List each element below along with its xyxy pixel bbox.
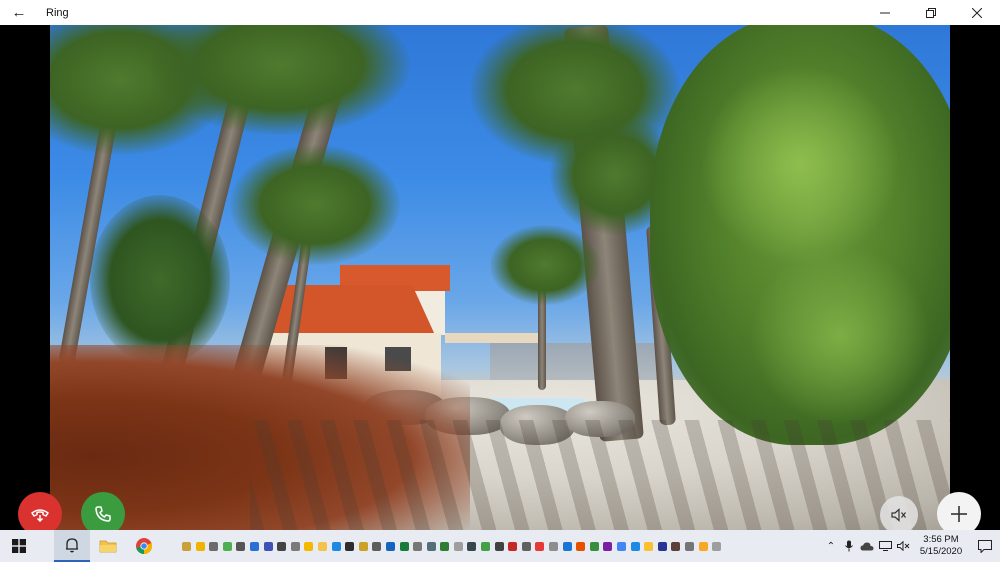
shield-icon[interactable] — [644, 541, 654, 551]
volume-icon[interactable] — [894, 530, 912, 562]
app-icon[interactable] — [549, 541, 559, 551]
pergola — [445, 333, 540, 343]
app-icon[interactable] — [277, 541, 287, 551]
close-icon — [972, 7, 982, 18]
app-icon[interactable] — [657, 541, 667, 551]
camera-live-view — [0, 25, 1000, 530]
decline-button[interactable] — [18, 492, 62, 530]
mute-button[interactable] — [880, 496, 918, 530]
app-icon[interactable] — [698, 541, 708, 551]
app-icon[interactable] — [249, 541, 259, 551]
system-tray: ⌃ 3:56 PM 5/15/2020 — [822, 530, 1000, 562]
quick-launch-icons — [182, 530, 726, 562]
app-icon[interactable] — [317, 541, 327, 551]
add-button[interactable] — [937, 492, 981, 530]
ring-bell-icon — [66, 538, 78, 553]
window-controls — [862, 0, 1000, 25]
app-icon[interactable] — [589, 541, 599, 551]
app-icon[interactable] — [236, 541, 246, 551]
video-frame — [50, 25, 950, 530]
back-button[interactable]: ← — [0, 0, 38, 25]
back-arrow-icon: ← — [11, 4, 27, 21]
app-icon[interactable] — [453, 541, 463, 551]
plus-icon — [951, 506, 967, 522]
network-icon[interactable] — [876, 530, 894, 562]
app-icon[interactable] — [399, 541, 409, 551]
google-icon[interactable] — [617, 541, 626, 551]
speaker-muted-icon — [891, 508, 906, 522]
app-icon[interactable] — [426, 541, 436, 551]
taskbar-clock[interactable]: 3:56 PM 5/15/2020 — [912, 534, 970, 558]
app-icon[interactable] — [603, 541, 613, 551]
phone-icon — [95, 506, 111, 522]
clock-time: 3:56 PM — [923, 534, 959, 545]
arrow-icon[interactable] — [440, 541, 450, 551]
app-icon[interactable] — [209, 541, 219, 551]
taskbar: ⌃ 3:56 PM 5/15/2020 — [0, 530, 1000, 562]
cloud-icon[interactable] — [858, 530, 876, 562]
shadow-pattern — [250, 420, 950, 530]
app-icon[interactable] — [372, 541, 382, 551]
app-icon[interactable] — [712, 541, 722, 551]
maximize-button[interactable] — [908, 0, 954, 25]
app-icon[interactable] — [576, 541, 586, 551]
action-center-button[interactable] — [970, 530, 1000, 562]
app-icon[interactable] — [413, 541, 423, 551]
app-icon[interactable] — [222, 541, 232, 551]
app-icon[interactable] — [290, 541, 300, 551]
restore-icon — [926, 7, 936, 18]
taskbar-chrome[interactable] — [126, 530, 162, 562]
taskbar-ring-app[interactable] — [54, 530, 90, 562]
app-icon[interactable] — [358, 541, 368, 551]
app-icon[interactable] — [263, 541, 273, 551]
chrome-icon — [136, 538, 153, 555]
hangup-phone-icon — [31, 509, 49, 523]
minimize-button[interactable] — [862, 0, 908, 25]
notification-icon — [978, 539, 992, 553]
blocked-icon[interactable] — [535, 541, 545, 551]
app-icon[interactable] — [562, 541, 572, 551]
title-bar: ← Ring — [0, 0, 1000, 25]
download-icon[interactable] — [630, 541, 640, 551]
microphone-icon[interactable] — [840, 530, 858, 562]
app-icon[interactable] — [494, 541, 504, 551]
answer-button[interactable] — [81, 492, 125, 530]
chevron-up-icon: ⌃ — [826, 540, 836, 552]
app-icon[interactable] — [182, 541, 191, 551]
taskbar-file-explorer[interactable] — [90, 530, 126, 562]
app-icon[interactable] — [345, 541, 355, 551]
help-icon[interactable] — [385, 541, 395, 551]
star-icon[interactable] — [304, 541, 314, 551]
show-hidden-icons-button[interactable]: ⌃ — [822, 530, 840, 562]
app-icon[interactable] — [671, 541, 681, 551]
file-explorer-icon — [99, 540, 117, 553]
start-icon — [12, 539, 26, 553]
close-button[interactable] — [954, 0, 1000, 25]
minimize-icon — [880, 12, 890, 13]
app-icon[interactable] — [521, 541, 531, 551]
app-icon[interactable] — [508, 541, 518, 551]
warning-icon[interactable] — [195, 541, 205, 551]
start-button[interactable] — [0, 530, 38, 562]
app-icon[interactable] — [481, 541, 491, 551]
gear-icon[interactable] — [331, 541, 341, 551]
app-title: Ring — [46, 6, 69, 19]
clock-date: 5/15/2020 — [919, 546, 963, 557]
app-icon[interactable] — [467, 541, 477, 551]
app-icon[interactable] — [684, 541, 694, 551]
